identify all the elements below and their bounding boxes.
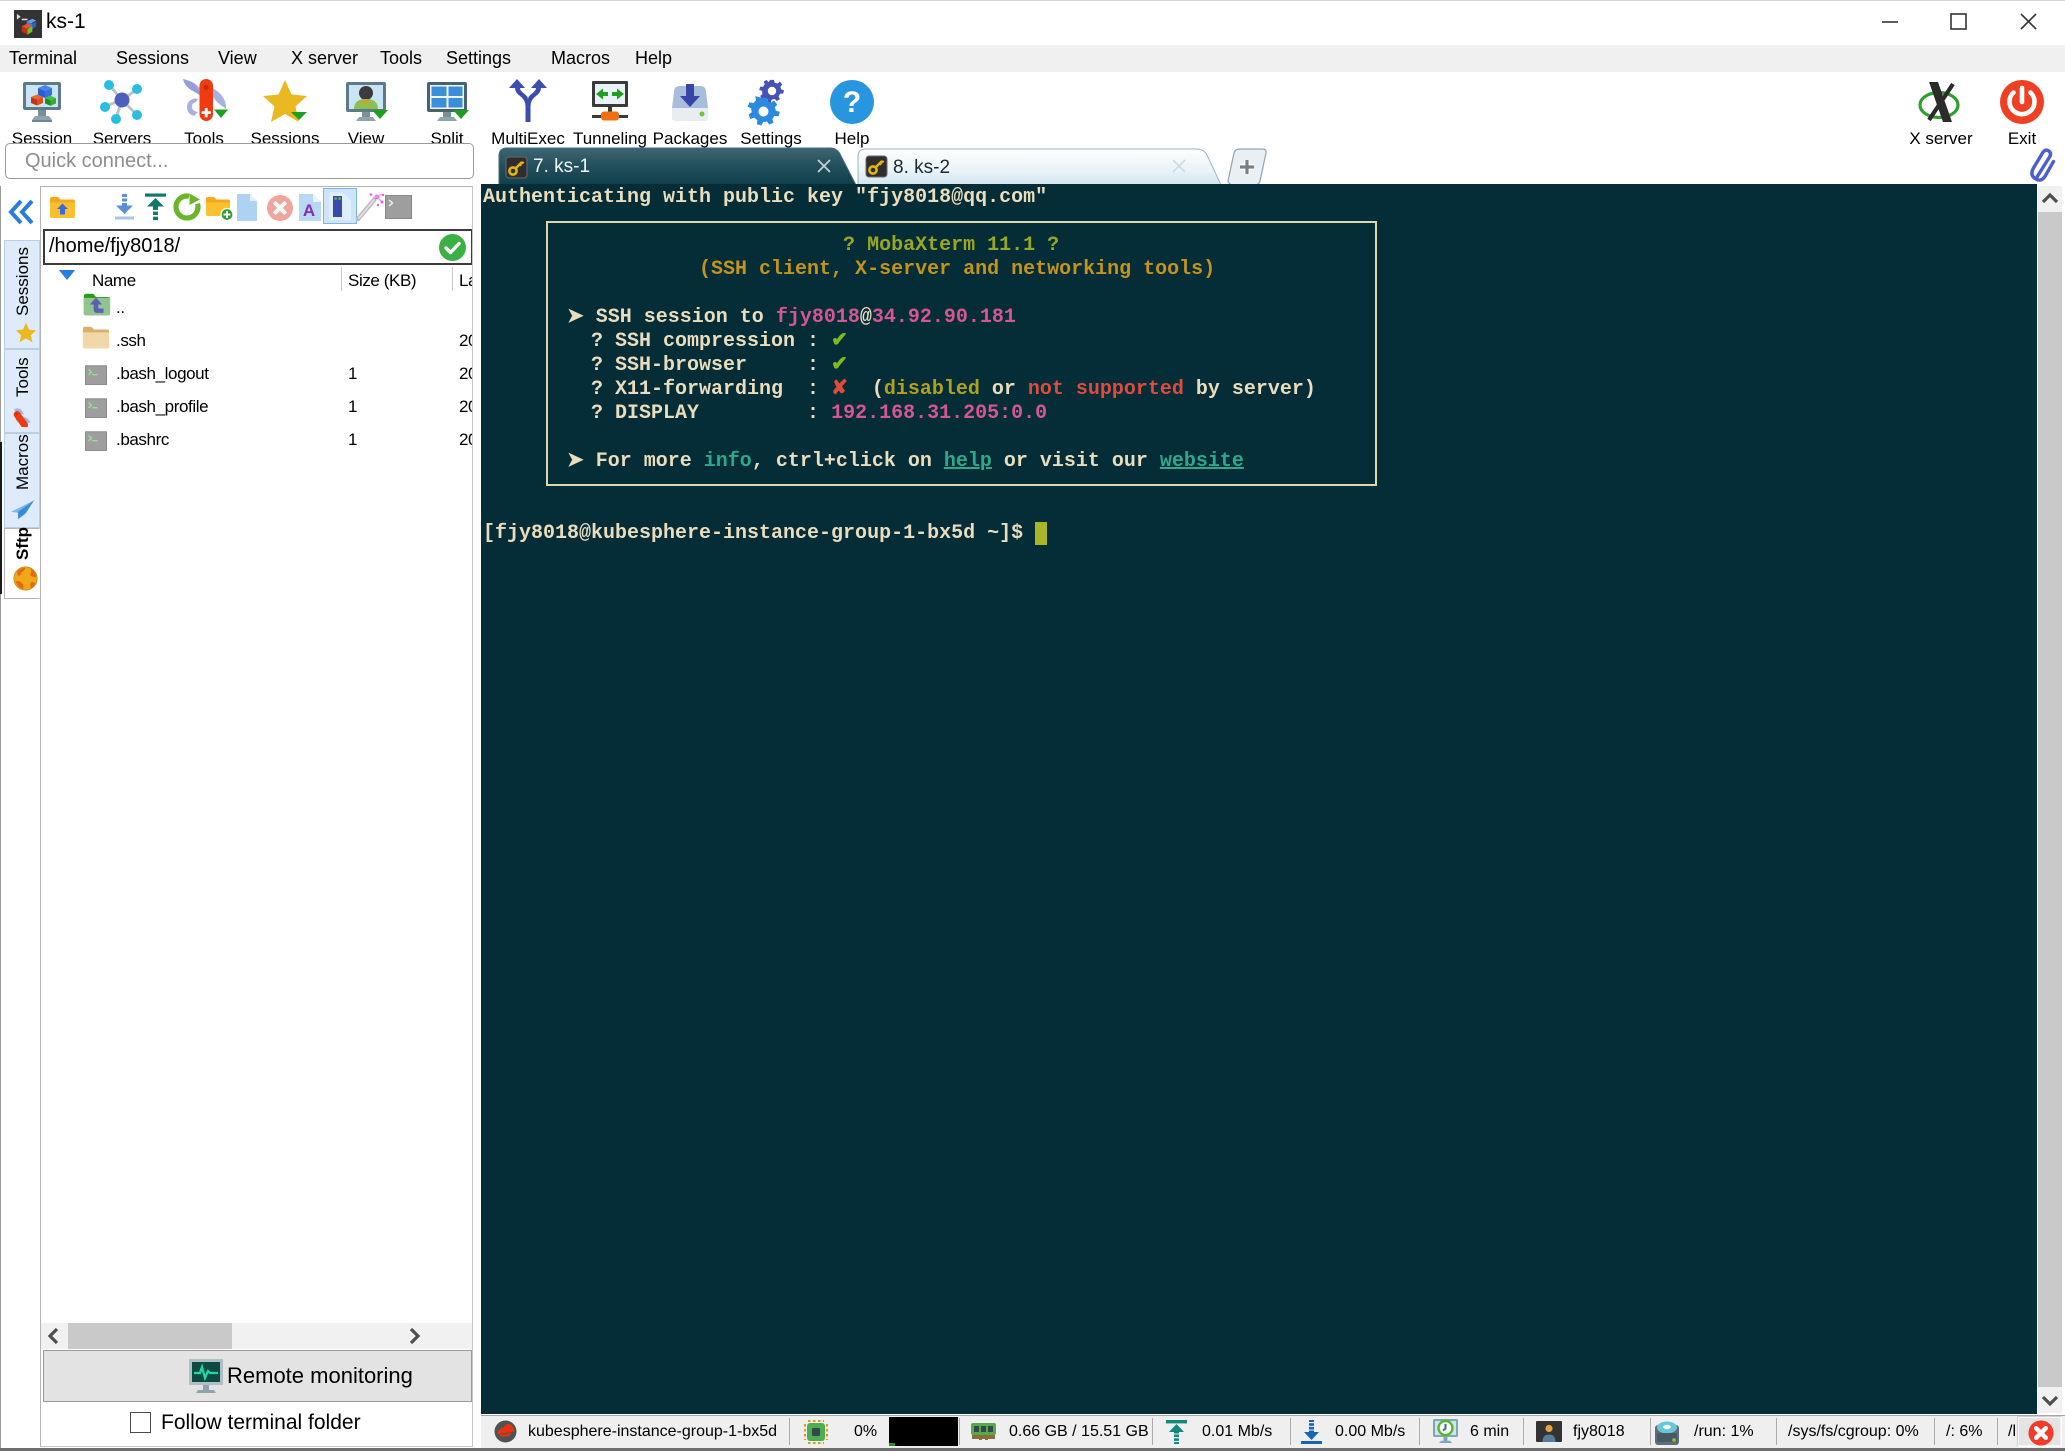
svg-text:A: A <box>303 201 315 220</box>
svg-text:?: ? <box>843 86 861 119</box>
svg-text:7. ks-1: 7. ks-1 <box>533 156 590 177</box>
svg-text:8. ks-2: 8. ks-2 <box>893 157 950 178</box>
